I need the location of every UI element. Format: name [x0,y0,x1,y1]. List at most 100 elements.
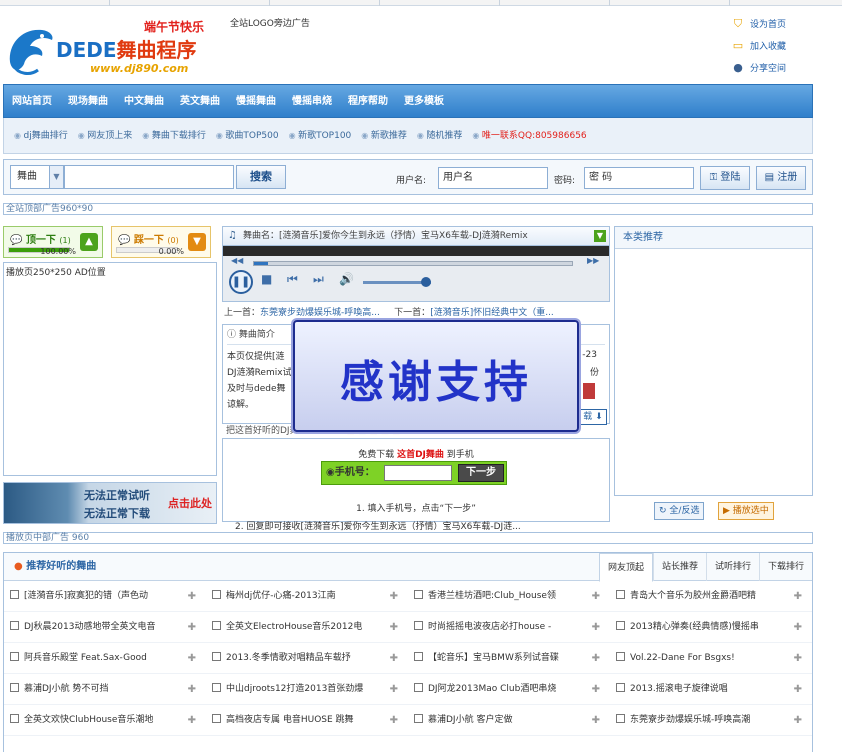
middle-ad-banner[interactable]: 播放页中部广告 960 [3,532,813,544]
song-checkbox[interactable] [212,621,221,630]
song-title[interactable]: 时尚摇摇电波夜店必打house - [428,622,551,632]
add-to-list-icon[interactable]: ✚ [794,674,802,705]
thanks-popup[interactable]: 感谢支持 [293,320,579,432]
next-step-button[interactable]: 下一步 [458,464,504,482]
add-to-list-icon[interactable]: ✚ [390,674,398,705]
nav-item-medley[interactable]: 慢摇串烧 [284,85,340,119]
add-to-list-icon[interactable]: ✚ [188,674,196,705]
song-checkbox[interactable] [414,683,423,692]
next-song-link[interactable]: [涟漪音乐]怀旧经典中文（重... [430,308,554,318]
login-button[interactable]: ⚿ 登陆 [700,166,750,190]
song-title[interactable]: 东莞寮步劲爆娱乐城-呼唤高潮 [630,715,750,725]
top-ad-banner[interactable]: 全站顶部广告960*90 [3,203,813,215]
site-logo[interactable]: 端午节快乐 DEDE舞曲程序 www.dj890.com [4,14,214,82]
song-checkbox[interactable] [10,621,19,630]
subnav-contact-qq[interactable]: 唯一联系QQ:805986656 [472,118,587,154]
username-field[interactable]: 用户名 [438,167,548,189]
nav-item-live[interactable]: 现场舞曲 [60,85,116,119]
subnav-download-rank[interactable]: 舞曲下载排行 [142,118,206,154]
song-title[interactable]: 全英文欢快ClubHouse音乐潮地 [24,715,153,725]
song-item[interactable]: 慕浦DJ小航 客户定做 ✚ [408,705,610,736]
add-to-list-icon[interactable]: ✚ [794,581,802,612]
song-title[interactable]: 高档夜店专属 电音HUOSE 跳舞 [226,715,354,725]
add-to-list-icon[interactable]: ✚ [188,705,196,736]
song-checkbox[interactable] [212,714,221,723]
nav-item-slow[interactable]: 慢摇舞曲 [228,85,284,119]
register-button[interactable]: ▤ 注册 [756,166,806,190]
search-button[interactable]: 搜索 [236,165,286,189]
add-to-list-icon[interactable]: ✚ [188,643,196,674]
add-to-list-icon[interactable]: ✚ [390,612,398,643]
song-checkbox[interactable] [616,652,625,661]
banner-click-here[interactable]: 点击此处 [168,495,212,511]
song-item[interactable]: 东莞寮步劲爆娱乐城-呼唤高潮 ✚ [610,705,812,736]
player-ad-box[interactable]: 播放页250*250 AD位置 [3,262,217,476]
help-banner[interactable]: 无法正常试听 无法正常下载 点击此处 [3,482,217,524]
song-checkbox[interactable] [414,714,423,723]
stop-icon[interactable]: ■ [261,272,272,286]
song-checkbox[interactable] [414,590,423,599]
song-title[interactable]: 中山djroots12打造2013首张劲爆 [226,684,363,694]
category-select[interactable]: 舞曲 ▼ [10,165,64,189]
subnav-new-recommend[interactable]: 新歌推荐 [361,118,407,154]
song-checkbox[interactable] [616,590,625,599]
play-selected-button[interactable]: ▶ 播放选中 [718,502,774,520]
song-title[interactable]: 梅州dj优仔-心痛-2013江南 [226,591,336,601]
song-checkbox[interactable] [10,652,19,661]
add-to-list-icon[interactable]: ✚ [390,705,398,736]
song-checkbox[interactable] [414,621,423,630]
song-item[interactable]: 青岛大个音乐为胶州金爵酒吧精 ✚ [610,581,812,612]
nav-item-home[interactable]: 网站首页 [4,85,60,119]
song-title[interactable]: [涟漪音乐]寂寞犯的错（声色动 [24,591,148,601]
add-to-list-icon[interactable]: ✚ [390,581,398,612]
song-title[interactable]: 阿兵音乐殿堂 Feat.Sax-Good [24,653,147,663]
subnav-dj-rank[interactable]: dj舞曲排行 [14,118,68,154]
song-item[interactable]: 2013.冬季情歌对唱精品车载抒 ✚ [206,643,408,674]
song-title[interactable]: 青岛大个音乐为胶州金爵酒吧精 [630,591,756,601]
tab-download-rank[interactable]: 下载排行 [758,553,812,581]
song-title[interactable]: 2013.冬季情歌对唱精品车载抒 [226,653,351,663]
volume-slider[interactable] [363,277,431,287]
tab-admin-recommend[interactable]: 站长推荐 [652,553,706,581]
song-checkbox[interactable] [10,590,19,599]
select-all-button[interactable]: ↻ 全/反选 [654,502,705,520]
song-item[interactable]: 2013精心弹奏(经典情感)慢摇串 ✚ [610,612,812,643]
subnav-user-top[interactable]: 网友顶上来 [78,118,132,154]
add-to-list-icon[interactable]: ✚ [794,643,802,674]
vote-down-button[interactable]: 💬 踩一下 (0) ▼ 0.00% [111,226,211,258]
song-title[interactable]: 2013.摇滚电子旋律说唱 [630,684,728,694]
nav-item-english[interactable]: 英文舞曲 [172,85,228,119]
tab-user-top[interactable]: 网友顶起 [598,553,653,582]
share-space-link[interactable]: ● 分享空间 [732,62,802,84]
previous-icon[interactable]: ⏮ [287,272,298,287]
song-title[interactable]: 全英文ElectroHouse音乐2012电 [226,622,362,632]
song-title[interactable]: DJ阿龙2013Mao Club酒吧串烧 [428,684,556,694]
search-input[interactable] [64,165,234,189]
add-to-list-icon[interactable]: ✚ [592,643,600,674]
prev-song-link[interactable]: 东莞寮步劲爆娱乐城-呼喚高... [260,308,380,318]
add-favorite-link[interactable]: ▭ 加入收藏 [732,40,802,62]
song-title[interactable]: Vol.22-Dane For Bsgxs! [630,653,735,663]
add-to-list-icon[interactable]: ✚ [592,705,600,736]
volume-icon[interactable]: 🔊 [339,272,354,286]
song-checkbox[interactable] [10,714,19,723]
set-homepage-link[interactable]: ⛉ 设为首页 [732,18,802,40]
nav-item-templates[interactable]: 更多模板 [396,85,452,119]
song-checkbox[interactable] [212,590,221,599]
pause-button[interactable]: ❚❚ [229,270,253,294]
song-item[interactable]: 2013.摇滚电子旋律说唱 ✚ [610,674,812,705]
song-item[interactable]: DJ秋晨2013动感地带全英文电音 ✚ [4,612,206,643]
song-title[interactable]: 慕浦DJ小航 势不可挡 [24,684,108,694]
download-button[interactable]: 载 ⬇ [579,409,607,425]
phone-number-input[interactable] [384,465,452,481]
next-icon[interactable]: ⏭ [313,272,324,287]
add-to-list-icon[interactable]: ✚ [592,581,600,612]
song-item[interactable]: Vol.22-Dane For Bsgxs! ✚ [610,643,812,674]
song-title[interactable]: DJ秋晨2013动感地带全英文电音 [24,622,156,632]
password-field[interactable]: 密 码 [584,167,694,189]
song-item[interactable]: 阿兵音乐殿堂 Feat.Sax-Good ✚ [4,643,206,674]
song-title[interactable]: 2013精心弹奏(经典情感)慢摇串 [630,622,759,632]
add-to-list-icon[interactable]: ✚ [390,643,398,674]
vote-up-button[interactable]: 💬 顶一下 (1) ▲ 100.00% [3,226,103,258]
subnav-top500[interactable]: 歌曲TOP500 [216,118,278,154]
